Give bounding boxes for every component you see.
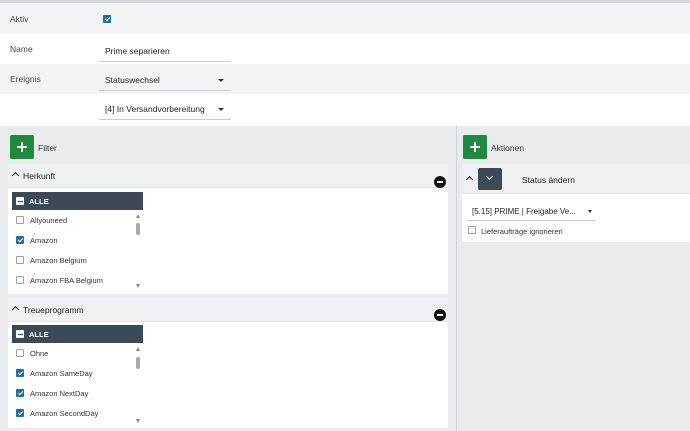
scroll-down-icon[interactable] [136, 284, 140, 288]
item-checkbox[interactable] [16, 369, 24, 377]
chevron-up-icon [11, 305, 20, 314]
expand-button[interactable] [478, 168, 502, 190]
event-row: Ereignis Statuswechsel [0, 64, 690, 94]
treueprogramm-all-label: ALLE [29, 330, 49, 339]
ignore-deliveries-checkbox[interactable] [468, 226, 476, 234]
name-input[interactable]: Prime separieren [99, 38, 231, 62]
treueprogramm-all-row[interactable]: ALLE [12, 325, 143, 343]
treueprogramm-card: Treueprogramm ALLE Ohne Amazon SameDay A… [8, 298, 448, 428]
item-checkbox[interactable] [16, 409, 24, 417]
status-action-card: Status ändern [5.15] PRIME | Freigabe Ve… [462, 164, 690, 242]
rule-form: Aktiv Name Prime separieren Ereignis Sta… [0, 0, 690, 126]
item-checkbox[interactable] [16, 216, 24, 224]
event-select-value: Statuswechsel [105, 75, 160, 85]
list-item[interactable]: Amazon NextDay [12, 383, 143, 403]
list-item[interactable]: Amazon SecondDay [12, 403, 143, 423]
active-checkbox[interactable] [103, 15, 111, 23]
list-item[interactable]: Amazon [12, 230, 143, 250]
herkunft-all-row[interactable]: ALLE [12, 192, 143, 210]
panel-divider [456, 126, 457, 431]
item-checkbox[interactable] [16, 236, 24, 244]
item-label: Amazon [30, 236, 58, 245]
herkunft-card: Herkunft ALLE Allyouneed Amazon Amazon B… [8, 164, 448, 294]
treueprogramm-header[interactable]: Treueprogramm [8, 298, 448, 322]
actions-title: Aktionen [491, 143, 525, 153]
event-select[interactable]: Statuswechsel [99, 67, 231, 91]
herkunft-title: Herkunft [23, 171, 56, 181]
ignore-deliveries-label: Lieferaufträge ignorieren [481, 227, 563, 236]
item-label: Amazon FBA Belgium [30, 276, 103, 285]
status-action-title: Status ändern [522, 175, 575, 185]
item-label: Amazon Belgium [30, 256, 87, 265]
status-target-select[interactable]: [5.15] PRIME | Freigabe Ve... [467, 201, 596, 221]
status-select[interactable]: [4] In Versandvorbereitung [99, 96, 231, 120]
list-item[interactable]: Amazon FBA Belgium [12, 270, 143, 290]
status-action-header[interactable]: Status ändern [462, 164, 690, 194]
scroll-up-icon[interactable] [136, 347, 140, 351]
item-label: Amazon SameDay [30, 369, 93, 378]
herkunft-scrollbar[interactable] [136, 214, 141, 288]
treueprogramm-title: Treueprogramm [23, 305, 84, 315]
treueprogramm-list[interactable]: ALLE Ohne Amazon SameDay Amazon NextDay … [12, 325, 143, 425]
chevron-down-icon [218, 108, 224, 111]
list-item[interactable]: Allyouneed [12, 210, 143, 230]
item-checkbox[interactable] [16, 389, 24, 397]
item-label: Allyouneed [30, 216, 68, 225]
herkunft-list[interactable]: ALLE Allyouneed Amazon Amazon Belgium Am… [12, 192, 143, 290]
active-label: Aktiv [10, 14, 29, 24]
chevron-down-icon [588, 210, 592, 213]
status-select-value: [4] In Versandvorbereitung [105, 104, 205, 114]
add-filter-button[interactable] [10, 135, 34, 159]
chevron-down-icon [485, 172, 494, 181]
status-row: [4] In Versandvorbereitung [0, 94, 690, 124]
top-border [0, 0, 690, 3]
scroll-thumb[interactable] [136, 223, 140, 235]
filter-title: Filter [38, 143, 57, 153]
event-label: Ereignis [10, 74, 41, 84]
herkunft-header[interactable]: Herkunft [8, 164, 448, 188]
remove-treueprogramm-icon[interactable] [434, 309, 446, 321]
item-checkbox[interactable] [16, 276, 24, 284]
item-checkbox[interactable] [16, 256, 24, 264]
name-label: Name [10, 44, 33, 54]
item-label: Ohne [30, 349, 49, 358]
scroll-thumb[interactable] [136, 357, 140, 369]
name-row: Name Prime separieren [0, 34, 690, 64]
list-item[interactable]: Amazon SameDay [12, 363, 143, 383]
item-label: Amazon NextDay [30, 389, 89, 398]
remove-herkunft-icon[interactable] [434, 176, 446, 188]
list-item[interactable]: Amazon Belgium [12, 250, 143, 270]
herkunft-all-label: ALLE [29, 197, 49, 206]
chevron-down-icon [218, 79, 224, 82]
deselect-all-icon[interactable] [16, 197, 24, 205]
list-item[interactable]: Ohne [12, 343, 143, 363]
treueprogramm-scrollbar[interactable] [136, 347, 141, 423]
chevron-up-icon[interactable] [465, 175, 474, 184]
status-target-value: [5.15] PRIME | Freigabe Ve... [472, 207, 576, 216]
chevron-up-icon [11, 171, 20, 180]
scroll-up-icon[interactable] [136, 214, 140, 218]
active-row: Aktiv [0, 4, 690, 34]
scroll-down-icon[interactable] [136, 419, 140, 423]
add-action-button[interactable] [463, 135, 487, 159]
item-label: Amazon SecondDay [30, 409, 99, 418]
deselect-all-icon[interactable] [16, 330, 24, 338]
item-checkbox[interactable] [16, 349, 24, 357]
